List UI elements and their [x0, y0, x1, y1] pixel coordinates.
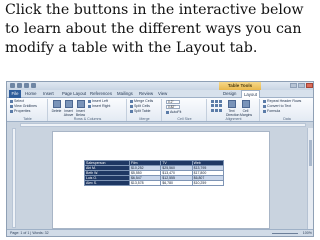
- select-icon: [10, 99, 13, 103]
- tab-view[interactable]: View: [158, 90, 167, 98]
- vertical-scrollbar[interactable]: [307, 128, 313, 229]
- cell-height-field[interactable]: 0.2": [166, 100, 180, 104]
- gridlines-icon: [10, 104, 13, 108]
- table-cell[interactable]: $10,259: [191, 180, 225, 186]
- ribbon-layout: Select View Gridlines Properties Table D…: [7, 98, 313, 122]
- quick-access-toolbar[interactable]: [10, 83, 36, 89]
- insert-above-button[interactable]: Insert Above: [63, 100, 74, 117]
- tab-file[interactable]: File: [9, 90, 21, 98]
- table-cell[interactable]: $13,578: [128, 180, 162, 186]
- align-center-left-icon[interactable]: [211, 104, 214, 108]
- group-data: Repeat Header Rows Convert to Text Formu…: [261, 99, 313, 121]
- table-row[interactable]: Alex S. $13,578 $6,780 $10,259: [84, 180, 225, 186]
- redo-icon[interactable]: [31, 83, 36, 88]
- word-logo-icon: [10, 83, 15, 88]
- close-button[interactable]: [306, 83, 313, 88]
- undo-icon[interactable]: [24, 83, 29, 88]
- group-label: Merge: [139, 117, 150, 121]
- split-table-button[interactable]: Split Table: [130, 109, 151, 114]
- autofit-icon: [166, 110, 169, 114]
- align-top-left-icon[interactable]: [211, 100, 214, 103]
- tab-review[interactable]: Review: [139, 90, 153, 98]
- tab-mailings[interactable]: Mailings: [117, 90, 133, 98]
- convert-icon: [263, 104, 266, 108]
- properties-icon: [10, 109, 13, 113]
- document-workspace: Salesperson Film TV Web Abi M. $10,252 $…: [17, 128, 307, 229]
- tab-insert[interactable]: Insert: [43, 90, 54, 98]
- table-cell[interactable]: Alex S.: [84, 180, 130, 186]
- align-bottom-right-icon[interactable]: [219, 108, 222, 112]
- zoom-slider[interactable]: [272, 233, 298, 234]
- group-label: Table: [23, 117, 32, 121]
- cell-margins-button[interactable]: Cell Margins: [240, 100, 252, 117]
- document-page[interactable]: Salesperson Film TV Web Abi M. $10,252 $…: [52, 131, 270, 229]
- page-count[interactable]: Page: 1 of 1: [10, 231, 29, 235]
- group-label: Cell Size: [177, 117, 192, 121]
- vertical-ruler[interactable]: [12, 128, 16, 228]
- table-cell[interactable]: $6,780: [160, 180, 193, 186]
- align-center-right-icon[interactable]: [219, 104, 222, 108]
- tab-layout[interactable]: Layout: [241, 90, 260, 98]
- ribbon-tabs: File Home Insert Page Layout References …: [7, 90, 313, 98]
- horizontal-ruler[interactable]: [20, 123, 306, 127]
- word-count[interactable]: Words: 32: [32, 231, 48, 235]
- properties-button[interactable]: Properties: [10, 109, 30, 114]
- status-page-words: Page: 1 of 1 | Words: 32: [10, 230, 49, 236]
- align-top-right-icon[interactable]: [219, 100, 222, 103]
- split-cells-icon: [130, 104, 133, 108]
- formula-icon: [263, 109, 266, 113]
- group-label: Rows & Columns: [73, 117, 102, 121]
- text-direction-button[interactable]: Text Direction: [226, 100, 239, 117]
- document-table[interactable]: Salesperson Film TV Web Abi M. $10,252 $…: [84, 160, 225, 186]
- group-merge: Merge Cells Split Cells Split Table Merg…: [128, 99, 162, 121]
- text-direction-icon: [227, 100, 236, 108]
- tab-page-layout[interactable]: Page Layout: [62, 90, 86, 98]
- insert-left-icon: [88, 99, 91, 103]
- split-table-icon: [130, 109, 133, 113]
- table-tools-context-label: Table Tools: [219, 82, 261, 90]
- autofit-button[interactable]: AutoFit: [166, 110, 181, 115]
- tab-home[interactable]: Home: [25, 90, 36, 98]
- formula-button[interactable]: Formula: [263, 109, 280, 114]
- group-cell-size: 0.2" 0.82" AutoFit Cell Size: [163, 99, 207, 121]
- alignment-grid[interactable]: [211, 100, 223, 112]
- cell-margins-icon: [241, 100, 250, 108]
- window-controls: [290, 83, 313, 88]
- insert-below-button[interactable]: Insert Below: [75, 100, 86, 117]
- align-bottom-left-icon[interactable]: [211, 108, 214, 112]
- merge-cells-icon: [130, 99, 133, 103]
- group-label: Data: [283, 117, 291, 121]
- word-window-screenshot: Table Tools File Home Insert Page Layout…: [6, 81, 314, 237]
- insert-above-icon: [64, 100, 73, 108]
- status-bar: Page: 1 of 1 | Words: 32 100%: [7, 229, 313, 236]
- repeat-header-icon: [263, 99, 266, 103]
- instruction-text: Click the buttons in the interactive bel…: [5, 2, 304, 56]
- tab-design[interactable]: Design: [223, 90, 236, 98]
- scrollbar-thumb[interactable]: [309, 140, 312, 166]
- align-top-center-icon[interactable]: [215, 100, 218, 103]
- delete-icon: [52, 100, 61, 108]
- align-bottom-center-icon[interactable]: [215, 108, 218, 112]
- minimize-button[interactable]: [290, 83, 297, 88]
- insert-below-icon: [76, 100, 85, 108]
- group-rows-columns: Delete Insert Above Insert Below Insert …: [49, 99, 127, 121]
- group-table: Select View Gridlines Properties Table: [8, 99, 48, 121]
- delete-button[interactable]: Delete: [51, 100, 62, 115]
- align-center-icon[interactable]: [215, 104, 218, 108]
- title-bar: Table Tools: [7, 82, 313, 90]
- zoom-level[interactable]: 100%: [303, 230, 312, 236]
- insert-right-icon: [88, 104, 91, 108]
- cell-width-field[interactable]: 0.82": [166, 105, 180, 109]
- maximize-button[interactable]: [298, 83, 305, 88]
- save-icon[interactable]: [17, 83, 22, 88]
- group-label: Alignment: [225, 117, 242, 121]
- group-alignment: Text Direction Cell Margins Alignment: [208, 99, 260, 121]
- insert-right-button[interactable]: Insert Right: [88, 104, 110, 109]
- tab-references[interactable]: References: [90, 90, 112, 98]
